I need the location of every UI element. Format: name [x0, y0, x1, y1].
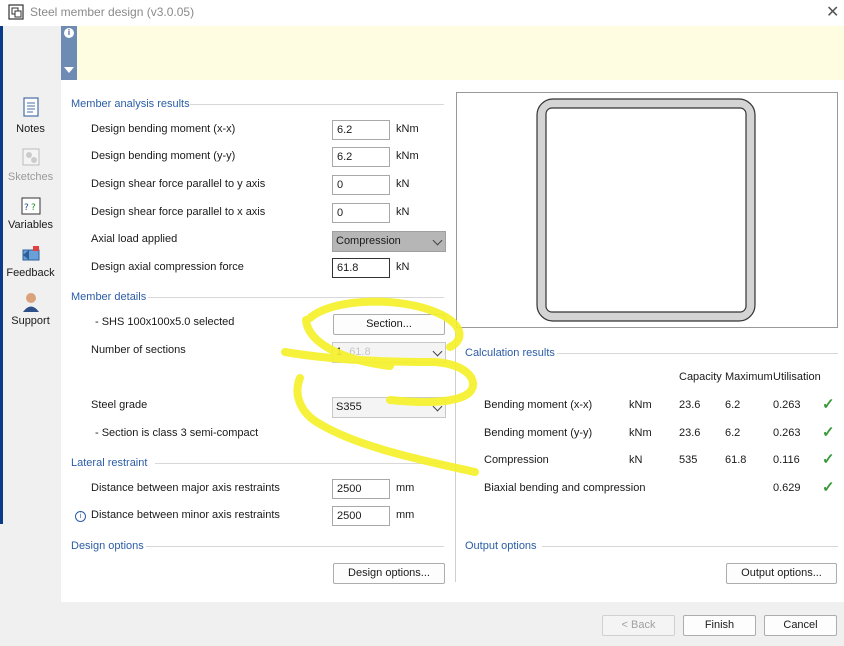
info-bar: [77, 26, 844, 80]
field-label: Number of sections: [91, 344, 186, 356]
field-label: Design bending moment (y-y): [91, 150, 236, 162]
sidebar-item-label: Feedback: [6, 267, 55, 279]
cancel-button[interactable]: Cancel: [764, 615, 837, 636]
info-icon[interactable]: i: [75, 511, 86, 522]
unit-label: mm: [396, 482, 415, 494]
back-button[interactable]: < Back: [602, 615, 675, 636]
result-label: Bending moment (x-x): [484, 399, 593, 411]
unit-label: kN: [396, 206, 410, 218]
section-class-text: - Section is class 3 semi-compact: [95, 427, 259, 439]
field-label: Distance between minor axis restraints: [91, 509, 280, 521]
column-header: Maximum: [725, 371, 773, 383]
collapse-caret-icon[interactable]: [64, 67, 74, 73]
app-icon: [8, 4, 24, 20]
result-label: Compression: [484, 454, 549, 466]
result-utilisation: 0.263: [773, 427, 801, 439]
member-heading: Member details: [71, 291, 147, 303]
sidebar-item-label: Sketches: [7, 171, 54, 183]
compression-input[interactable]: 61.8: [332, 258, 390, 278]
field-label: Distance between major axis restraints: [91, 482, 280, 494]
select-value: Compression: [336, 235, 401, 247]
unit-label: mm: [396, 509, 415, 521]
field-label: Design shear force parallel to x axis: [91, 206, 266, 218]
divider: [146, 546, 444, 547]
design-options-heading: Design options: [71, 540, 144, 552]
column-header: Capacity: [679, 371, 722, 383]
lateral-heading: Lateral restraint: [71, 457, 148, 469]
unit-label: kNm: [396, 123, 419, 135]
field-label: Design shear force parallel to y axis: [91, 178, 266, 190]
check-icon: ✓: [822, 479, 835, 496]
result-capacity: 535: [679, 454, 698, 466]
check-icon: ✓: [822, 424, 835, 441]
sidebar-item-notes[interactable]: Notes: [0, 96, 61, 138]
selected-section-text: - SHS 100x100x5.0 selected: [95, 316, 235, 328]
result-utilisation: 0.629: [773, 482, 801, 494]
bending-xx-input[interactable]: 6.2: [332, 120, 390, 140]
svg-text:?: ?: [31, 203, 36, 213]
field-label: Axial load applied: [91, 233, 178, 245]
result-maximum: 6.2: [725, 399, 741, 411]
unit-label: kN: [396, 261, 410, 273]
minor-restraint-input[interactable]: 2500: [332, 506, 390, 526]
design-options-button[interactable]: Design options...: [333, 563, 445, 584]
sketches-icon: [22, 148, 40, 166]
sidebar-item-label: Notes: [16, 123, 45, 135]
field-label: Steel grade: [91, 399, 148, 411]
section-diagram: [456, 92, 838, 328]
field-label: Design axial compression force: [91, 261, 244, 273]
sidebar-item-label: Support: [11, 315, 50, 327]
result-capacity: 23.6: [679, 427, 701, 439]
svg-text:?: ?: [24, 203, 29, 213]
sidebar-item-support[interactable]: Support: [0, 291, 61, 333]
analysis-heading: Member analysis results: [71, 98, 190, 110]
result-capacity: 23.6: [679, 399, 701, 411]
sidebar-item-sketches: Sketches: [0, 146, 61, 188]
variables-icon: ? ?: [21, 197, 41, 215]
shs-section-drawing: [536, 98, 756, 322]
result-maximum: 61.8: [725, 454, 747, 466]
notes-icon: [23, 97, 39, 117]
close-icon[interactable]: ✕: [826, 2, 839, 22]
field-label: Design bending moment (x-x): [91, 123, 236, 135]
check-icon: ✓: [822, 396, 835, 413]
sidebar-item-label: Variables: [7, 219, 54, 231]
finish-button[interactable]: Finish: [683, 615, 756, 636]
window-title: Steel member design (v3.0.05): [30, 5, 195, 19]
highlighter-annotation: [281, 297, 479, 476]
shear-y-input[interactable]: 0: [332, 175, 390, 195]
info-icon: i: [64, 28, 74, 38]
result-maximum: 6.2: [725, 427, 741, 439]
result-unit: kNm: [629, 427, 652, 439]
feedback-icon: [22, 246, 40, 261]
bending-yy-input[interactable]: 6.2: [332, 147, 390, 167]
result-unit: kNm: [629, 399, 652, 411]
divider: [190, 104, 444, 105]
divider: [542, 546, 838, 547]
output-options-button[interactable]: Output options...: [726, 563, 837, 584]
result-unit: kN: [629, 454, 643, 466]
column-header: Utilisation: [773, 371, 821, 383]
result-label: Bending moment (y-y): [484, 427, 593, 439]
unit-label: kNm: [396, 150, 419, 162]
axial-load-select[interactable]: Compression: [332, 231, 446, 252]
chevron-down-icon: [432, 235, 443, 246]
output-options-heading: Output options: [465, 540, 537, 552]
result-label: Biaxial bending and compression: [484, 482, 646, 494]
unit-label: kN: [396, 178, 410, 190]
support-icon: [23, 293, 39, 312]
check-icon: ✓: [822, 451, 835, 468]
divider: [557, 353, 838, 354]
shear-x-input[interactable]: 0: [332, 203, 390, 223]
major-restraint-input[interactable]: 2500: [332, 479, 390, 499]
sidebar-item-feedback[interactable]: Feedback: [0, 244, 61, 286]
result-utilisation: 0.116: [773, 454, 800, 466]
result-utilisation: 0.263: [773, 399, 801, 411]
sidebar-item-variables[interactable]: ? ? Variables: [0, 195, 61, 237]
